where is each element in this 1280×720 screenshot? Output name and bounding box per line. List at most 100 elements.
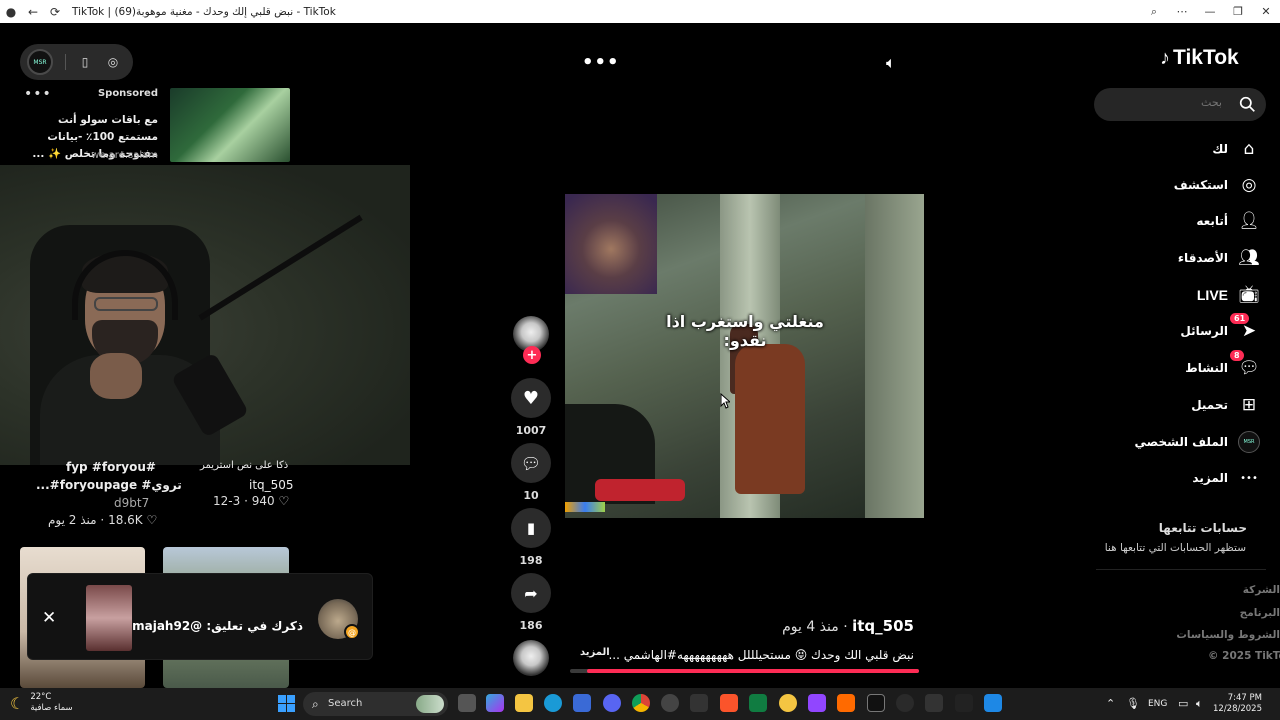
grid-stats: ♡ 18.6K · منذ 2 يوم [48,513,157,527]
grid-stats: 12-3 · 940 ♡ [213,494,289,508]
footer-link-program[interactable]: البرنامج [1200,607,1280,619]
zoom-icon[interactable]: ⌕ [1140,5,1168,19]
capcut-icon[interactable] [955,694,973,712]
sidebar-item-3[interactable]: الأصدقاء 👥︎ [1090,245,1260,271]
messages-icon-glyph: ➤ [1241,321,1257,341]
search-bar[interactable] [1094,88,1266,121]
notification-thumbnail[interactable] [86,585,132,651]
sponsored-card[interactable]: ••• Sponsored مع باقات سولو أنت مستمتع 1… [20,86,290,164]
activity-icon: 💬︎ 8 [1230,350,1260,379]
separator: · [244,494,252,508]
xbox-icon[interactable] [749,694,767,712]
more-options-icon[interactable]: ••• [582,52,620,73]
task-view-icon[interactable] [458,694,476,712]
next-video-avatar[interactable] [513,640,549,676]
maximize-icon[interactable]: ❐ [1224,5,1252,18]
emoji-app-icon[interactable] [779,694,797,712]
like-button[interactable]: ♥ [511,378,551,418]
app-icon[interactable] [896,694,914,712]
copilot-icon[interactable] [486,694,504,712]
more-dots-icon[interactable]: ••• [24,86,52,102]
save-button[interactable]: ▮ [511,508,551,548]
chevron-up-icon[interactable]: ⌃ [1106,697,1115,710]
see-more-link[interactable]: المزيد [580,647,610,658]
app-icon[interactable] [837,694,855,712]
grid-caption[interactable]: ذكا على نص استريمر [200,460,288,471]
grid-caption[interactable]: fyp #foryou# [66,460,156,474]
follow-plus-icon[interactable]: + [523,346,541,364]
sidebar-item-7[interactable]: تحميل ⊞ [1090,392,1260,418]
language-indicator[interactable]: ENG [1148,699,1167,709]
sidebar-item-label: LIVE [1196,287,1228,303]
author-username[interactable]: itq_505 [852,617,914,635]
more-dots-icon-glyph: ••• [1240,472,1258,484]
chrome-icon[interactable] [632,694,650,712]
sidebar-item-label: الرسائل [1180,324,1228,338]
video-progress-bar[interactable] [570,669,919,673]
minimize-icon[interactable]: — [1196,5,1224,18]
microphone-icon[interactable]: 🎙︎ [1126,697,1140,710]
grid-date: 12-3 [213,494,241,508]
close-icon[interactable]: ✕ [42,608,56,628]
divider [65,54,66,70]
mouse-cursor-icon [720,393,730,409]
phone-icon[interactable]: ▯ [78,55,92,69]
system-clock[interactable]: 7:47 PM 12/28/2025 [1213,693,1262,715]
windows-taskbar: ☾ 22°C سماء صافية ⌕ Search ⌃ 🎙︎ ENG ▭ 🔈︎… [0,688,1280,720]
comment-button[interactable]: 💬︎ [511,443,551,483]
twitch-icon[interactable] [808,694,826,712]
mention-notification[interactable]: ✕ ذكرك في تعليق: @majah92 @ [27,573,373,660]
comment-count: 10 [523,489,539,502]
weather-widget[interactable]: ☾ 22°C سماء صافية [10,692,73,714]
edge-icon[interactable] [544,694,562,712]
volume-icon[interactable]: 🔈︎ [886,53,896,73]
video-age: منذ 4 يوم [782,619,839,635]
sidebar-item-6[interactable]: النشاط 💬︎ 8 [1090,350,1260,381]
footer-link-terms[interactable]: الشروط والسياسات [1176,629,1280,641]
back-icon[interactable]: ← [26,5,40,19]
heart-outline-icon: ♡ [146,513,158,527]
grid-likes: 940 [251,494,275,508]
reload-icon[interactable]: ⟳ [48,5,62,19]
sidebar-item-5[interactable]: الرسائل ➤ 61 [1090,313,1260,344]
sponsored-thumbnail[interactable] [170,88,290,162]
activity-icon-glyph: 💬︎ [1238,358,1260,378]
share-button[interactable]: ➦ [511,573,551,613]
monitor-icon[interactable]: ▭ [1178,697,1188,710]
discord-icon[interactable] [603,694,621,712]
compass-icon: ◎ [1238,174,1260,196]
app-icon[interactable] [984,694,1002,712]
sponsored-handle[interactable]: we.are.salam [91,150,158,161]
file-explorer-icon[interactable] [515,694,533,712]
close-icon[interactable]: ✕ [1252,5,1280,18]
sidebar-item-8[interactable]: الملف الشخصي MSR [1090,429,1260,455]
sidebar-item-4[interactable]: LIVE 📺︎ [1090,282,1260,308]
upload-icon-glyph: ⊞ [1241,395,1257,415]
footer-link-company[interactable]: الشركة [1200,584,1280,596]
obs-icon[interactable] [661,694,679,712]
volume-icon[interactable]: 🔈︎ [1196,697,1203,711]
search-input[interactable] [1112,96,1222,109]
windows-start-icon[interactable] [278,695,295,712]
tiktok-taskbar-icon[interactable] [867,694,885,712]
sidebar-item-9[interactable]: المزيد ••• [1090,465,1260,491]
grid-caption[interactable]: ...#foryoupage #تروي [36,478,182,492]
more-icon[interactable]: ⋯ [1168,5,1196,18]
video-player[interactable]: منغلتي واستغرب اذا نقدو: [565,194,924,518]
tiktok-logo[interactable]: ♪ TikTok [1160,46,1239,70]
sidebar-item-0[interactable]: لك ⌂ [1090,136,1260,162]
app-icon[interactable] [925,694,943,712]
taskbar-search[interactable]: ⌕ Search [303,692,448,716]
sidebar-item-2[interactable]: أتابعه 👤︎ [1090,208,1260,234]
search-icon[interactable] [1239,96,1256,113]
app-icon[interactable] [690,694,708,712]
tiktok-wordmark: TikTok [1173,46,1239,69]
grid-author[interactable]: itq_505 [249,478,294,492]
sidebar-item-1[interactable]: استكشف ◎ [1090,172,1260,198]
brave-icon[interactable] [720,694,738,712]
store-icon[interactable] [573,694,591,712]
grid-author[interactable]: d9bt7 [114,496,149,510]
avatar[interactable]: MSR [27,49,53,75]
compass-icon[interactable]: ◎ [106,55,120,69]
sidebar-item-label: الملف الشخصي [1134,435,1228,449]
